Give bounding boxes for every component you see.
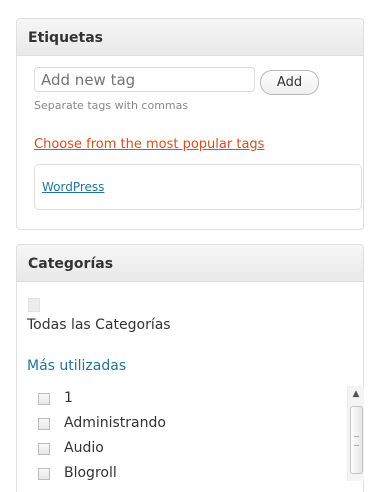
arrow-up-icon[interactable]: ▲ — [348, 388, 364, 400]
category-checklist: 1 Administrando Audio Blogroll — [38, 388, 328, 488]
tags-panel-title: Etiquetas — [28, 30, 104, 46]
tag-cloud-item[interactable]: WordPress — [42, 180, 104, 194]
category-item[interactable]: Administrando — [38, 413, 328, 438]
tab-all-categories[interactable]: Todas las Categorías — [27, 317, 171, 333]
category-checkbox[interactable] — [38, 393, 50, 405]
category-label: Blogroll — [64, 465, 117, 481]
category-item[interactable]: 1 — [38, 388, 328, 413]
tags-panel: Etiquetas Add Separate tags with commas … — [16, 18, 364, 230]
tag-cloud: WordPress — [34, 164, 362, 210]
category-marker — [28, 298, 40, 312]
category-scrollbar[interactable]: ▲ — [347, 386, 364, 481]
category-checkbox[interactable] — [38, 418, 50, 430]
category-checkbox[interactable] — [38, 443, 50, 455]
tab-most-used[interactable]: Más utilizadas — [27, 358, 126, 374]
popular-tags-link[interactable]: Choose from the most popular tags — [34, 137, 264, 152]
tag-hint: Separate tags with commas — [34, 99, 189, 112]
category-label: 1 — [64, 390, 73, 406]
category-item[interactable]: Audio — [38, 438, 328, 463]
scrollbar-thumb[interactable] — [350, 406, 363, 474]
new-tag-input[interactable] — [34, 67, 255, 92]
categories-panel-header[interactable]: Categorías — [17, 245, 363, 282]
category-label: Audio — [64, 440, 104, 456]
category-item[interactable]: Blogroll — [38, 463, 328, 488]
category-checkbox[interactable] — [38, 468, 50, 480]
category-label: Administrando — [64, 415, 166, 431]
grip-icon — [354, 436, 359, 446]
categories-panel: Categorías Todas las Categorías Más util… — [16, 244, 364, 492]
add-tag-button[interactable]: Add — [260, 70, 319, 95]
tags-panel-header[interactable]: Etiquetas — [17, 19, 363, 56]
categories-panel-title: Categorías — [28, 256, 114, 272]
